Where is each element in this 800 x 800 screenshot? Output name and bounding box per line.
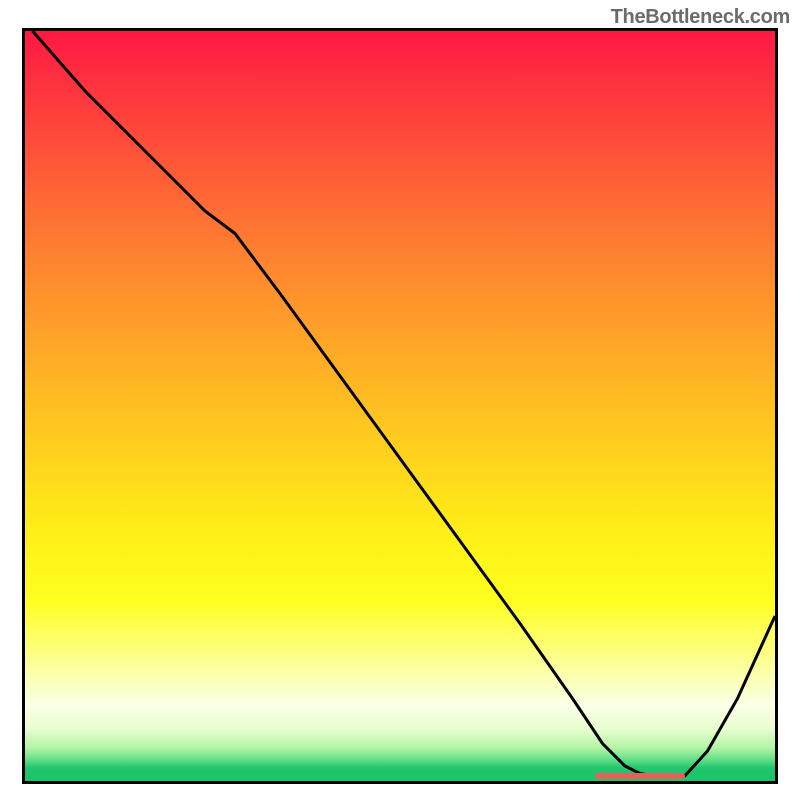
highlight-segment bbox=[595, 773, 685, 779]
watermark-label: TheBottleneck.com bbox=[611, 6, 790, 29]
root-container: TheBottleneck.com bbox=[0, 0, 800, 800]
plot-area bbox=[22, 28, 778, 784]
curve-layer bbox=[25, 31, 775, 781]
data-curve bbox=[33, 31, 776, 777]
